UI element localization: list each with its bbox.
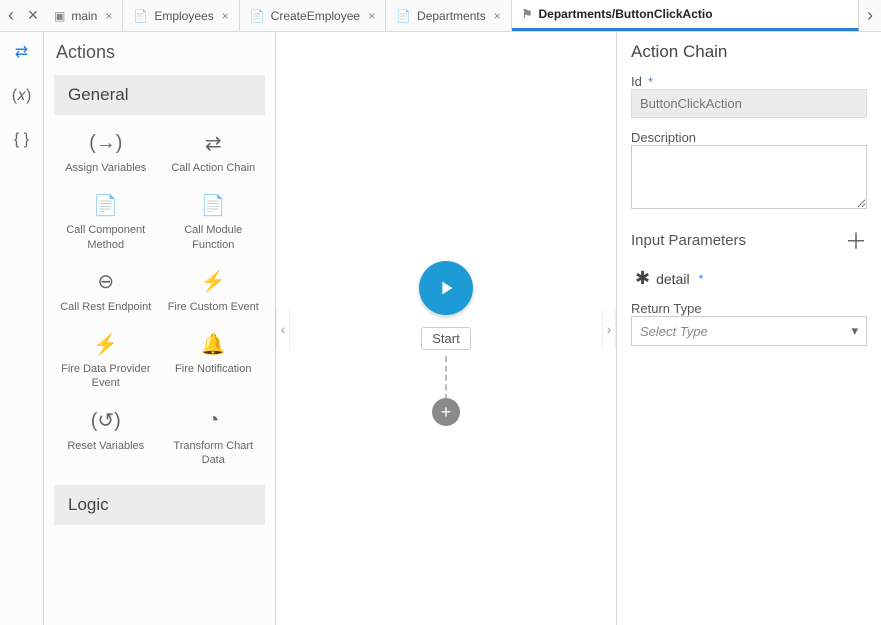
close-icon[interactable]: × xyxy=(494,9,501,23)
editor-toolstrip: ⇄ (𝑥) { } xyxy=(0,32,44,625)
flag-icon: ⚑ xyxy=(522,7,533,21)
module-icon: 📄 xyxy=(164,193,264,217)
bell-icon: 🔔 xyxy=(164,332,264,356)
action-transform-chart-data[interactable]: ◔ Transform Chart Data xyxy=(160,399,268,476)
action-label: Call Module Function xyxy=(164,223,264,252)
action-label: Call Component Method xyxy=(56,223,156,252)
rest-icon: ⊖ xyxy=(56,270,156,294)
action-chain-canvas[interactable]: ‹ › Start + xyxy=(276,32,616,625)
app-icon: ▣ xyxy=(54,9,65,23)
add-node-button[interactable]: + xyxy=(432,398,460,426)
tab-label: CreateEmployee xyxy=(271,9,360,23)
close-icon[interactable]: × xyxy=(368,9,375,23)
variables-tool[interactable]: (𝑥) xyxy=(8,82,36,110)
actions-panel-title: Actions xyxy=(44,32,275,69)
action-fire-custom-event[interactable]: ⚡ Fire Custom Event xyxy=(160,260,268,322)
action-label: Fire Data Provider Event xyxy=(56,362,156,391)
tab-nav-close[interactable]: × xyxy=(22,0,44,31)
assign-icon: (→) xyxy=(56,131,156,155)
action-call-module-function[interactable]: 📄 Call Module Function xyxy=(160,183,268,260)
required-icon: ✱ xyxy=(635,268,650,289)
required-icon: * xyxy=(648,75,653,89)
actions-scroll[interactable]: General (→) Assign Variables ⇄ Call Acti… xyxy=(44,69,275,625)
accordion-label: General xyxy=(68,85,128,105)
action-chain-tool[interactable]: ⇄ xyxy=(8,38,36,66)
tab-nav-back[interactable]: ‹ xyxy=(0,0,22,31)
action-fire-notification[interactable]: 🔔 Fire Notification xyxy=(160,322,268,399)
param-name: detail xyxy=(656,271,689,287)
code-tool[interactable]: { } xyxy=(8,126,36,154)
tab-create-employee[interactable]: 📄 CreateEmployee × xyxy=(240,0,386,31)
description-field[interactable] xyxy=(631,145,867,209)
tab-bar: ‹ × ▣ main × 📄 Employees × 📄 CreateEmplo… xyxy=(0,0,881,32)
component-icon: 📄 xyxy=(56,193,156,217)
action-call-rest-endpoint[interactable]: ⊖ Call Rest Endpoint xyxy=(52,260,160,322)
required-icon: * xyxy=(699,272,704,286)
id-label: Id xyxy=(631,74,642,89)
chart-icon: ◔ xyxy=(164,409,264,433)
properties-panel: Action Chain Id * Description Input Para… xyxy=(616,32,881,625)
page-icon: 📄 xyxy=(396,9,411,23)
action-label: Reset Variables xyxy=(56,439,156,453)
reset-icon: (↺) xyxy=(56,409,156,433)
page-icon: 📄 xyxy=(250,9,265,23)
flow-graph: Start + xyxy=(276,32,616,625)
tab-nav-overflow[interactable]: › xyxy=(859,0,881,31)
action-fire-data-provider-event[interactable]: ⚡ Fire Data Provider Event xyxy=(52,322,160,399)
page-icon: 📄 xyxy=(133,9,148,23)
chain-icon: ⇄ xyxy=(164,131,264,155)
input-params-label: Input Parameters xyxy=(631,232,746,249)
close-icon[interactable]: × xyxy=(222,9,229,23)
tab-label: Employees xyxy=(154,9,213,23)
connector-line xyxy=(445,356,447,400)
start-node-label: Start xyxy=(421,327,470,350)
action-call-action-chain[interactable]: ⇄ Call Action Chain xyxy=(160,121,268,183)
param-detail[interactable]: ✱ detail * xyxy=(631,268,867,289)
action-label: Call Action Chain xyxy=(164,161,264,175)
actions-panel: Actions General (→) Assign Variables ⇄ C… xyxy=(44,32,276,625)
accordion-general[interactable]: General xyxy=(54,75,265,115)
action-reset-variables[interactable]: (↺) Reset Variables xyxy=(52,399,160,476)
action-label: Call Rest Endpoint xyxy=(56,300,156,314)
accordion-label: Logic xyxy=(68,495,109,515)
start-node[interactable] xyxy=(419,261,473,315)
tab-label: Departments xyxy=(417,9,486,23)
select-placeholder: Select Type xyxy=(640,324,708,339)
tab-departments[interactable]: 📄 Departments × xyxy=(386,0,512,31)
action-call-component-method[interactable]: 📄 Call Component Method xyxy=(52,183,160,260)
add-param-button[interactable]: ＋ xyxy=(845,224,867,256)
tab-main[interactable]: ▣ main × xyxy=(44,0,123,31)
id-field[interactable] xyxy=(631,89,867,118)
event-icon: ⚡ xyxy=(56,332,156,356)
general-actions-grid: (→) Assign Variables ⇄ Call Action Chain… xyxy=(44,121,275,479)
action-label: Assign Variables xyxy=(56,161,156,175)
action-label: Transform Chart Data xyxy=(164,439,264,468)
tab-label: main xyxy=(71,9,97,23)
panel-title: Action Chain xyxy=(631,42,867,62)
return-type-label: Return Type xyxy=(631,301,867,316)
chevron-down-icon: ▾ xyxy=(851,323,858,339)
play-icon xyxy=(435,277,457,299)
action-label: Fire Notification xyxy=(164,362,264,376)
event-icon: ⚡ xyxy=(164,270,264,294)
return-type-select[interactable]: Select Type ▾ xyxy=(631,316,867,346)
action-label: Fire Custom Event xyxy=(164,300,264,314)
close-icon[interactable]: × xyxy=(105,9,112,23)
action-assign-variables[interactable]: (→) Assign Variables xyxy=(52,121,160,183)
tab-employees[interactable]: 📄 Employees × xyxy=(123,0,239,31)
tab-action-chain[interactable]: ⚑ Departments/ButtonClickActio xyxy=(512,0,859,31)
tab-label: Departments/ButtonClickActio xyxy=(539,7,713,21)
accordion-logic[interactable]: Logic xyxy=(54,485,265,525)
description-label: Description xyxy=(631,130,867,145)
